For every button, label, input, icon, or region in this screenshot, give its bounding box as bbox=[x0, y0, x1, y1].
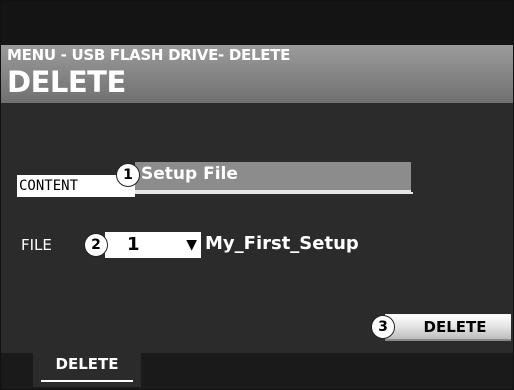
callout-badge-3: 3 bbox=[372, 316, 394, 338]
file-number-dropdown[interactable]: 1 ▼ bbox=[105, 232, 201, 258]
callout-badge-1: 1 bbox=[117, 164, 139, 186]
callout-badge-2: 2 bbox=[85, 234, 107, 256]
page-title: DELETE bbox=[7, 65, 126, 99]
file-number-value: 1 bbox=[127, 234, 140, 255]
top-bar bbox=[1, 1, 513, 45]
triangle-down-icon: ▼ bbox=[186, 237, 197, 253]
file-name: My_First_Setup bbox=[205, 233, 359, 254]
delete-button[interactable]: DELETE bbox=[385, 314, 511, 341]
content-value: Setup File bbox=[141, 164, 238, 184]
tab-bar: DELETE bbox=[1, 353, 513, 389]
delete-button-label: DELETE bbox=[423, 318, 487, 336]
display-screen: MENU - USB FLASH DRIVE- DELETE DELETE CO… bbox=[0, 0, 514, 390]
tab-delete-label: DELETE bbox=[55, 355, 119, 373]
tab-selected-underline bbox=[41, 380, 133, 382]
tab-delete[interactable]: DELETE bbox=[33, 353, 141, 387]
header: MENU - USB FLASH DRIVE- DELETE DELETE bbox=[1, 45, 513, 103]
menu-breadcrumb: MENU - USB FLASH DRIVE- DELETE bbox=[7, 46, 291, 64]
file-label: FILE bbox=[21, 236, 52, 254]
